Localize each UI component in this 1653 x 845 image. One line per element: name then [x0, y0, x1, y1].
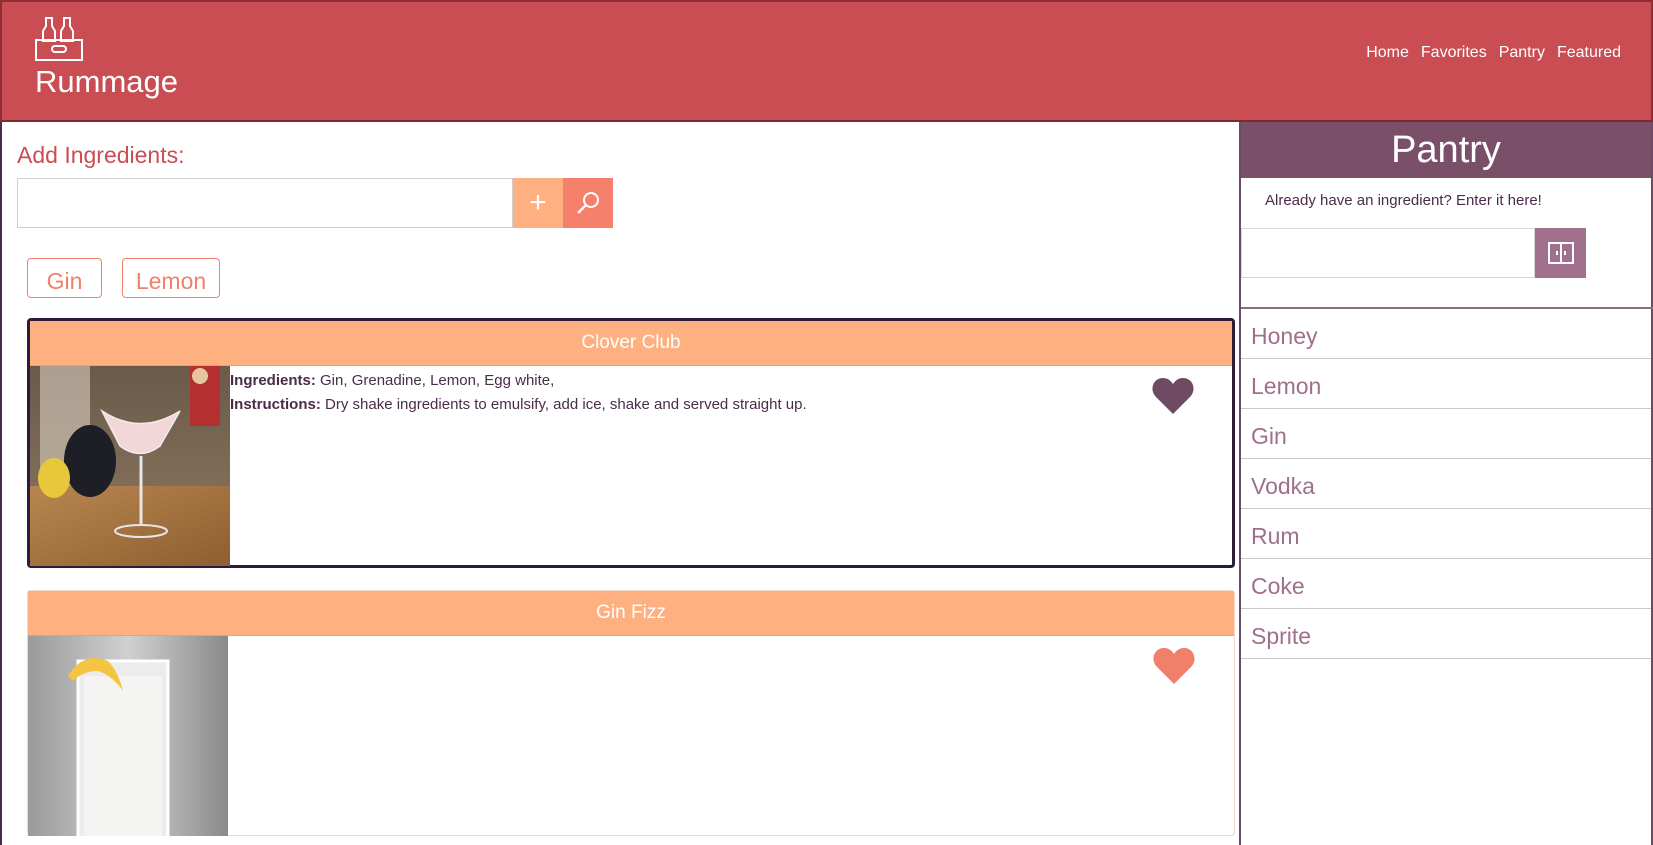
nav-featured[interactable]: Featured	[1557, 44, 1621, 62]
ingredient-chip-lemon[interactable]: Lemon	[122, 258, 220, 298]
pantry-list: Honey Lemon Gin Vodka Rum Coke Sprite	[1241, 309, 1651, 659]
pantry-item[interactable]: Honey	[1241, 309, 1651, 359]
ingredient-chip-gin[interactable]: Gin	[27, 258, 102, 298]
favorite-heart-icon[interactable]	[1152, 646, 1196, 686]
recipe-title: Clover Club	[30, 321, 1232, 366]
frame-border	[0, 122, 2, 845]
bottle-crate-icon	[35, 17, 83, 61]
pantry-item[interactable]: Rum	[1241, 509, 1651, 559]
plus-icon: +	[529, 186, 547, 219]
pantry-item[interactable]: Lemon	[1241, 359, 1651, 409]
ingredient-input[interactable]	[17, 178, 513, 228]
recipe-ingredients: Ingredients: Gin, Grenadine, Lemon, Egg …	[230, 372, 555, 389]
search-icon	[577, 192, 599, 214]
add-ingredient-button[interactable]: +	[513, 178, 563, 228]
recipe-instructions: Instructions: Dry shake ingredients to e…	[230, 396, 807, 413]
pantry-item[interactable]: Sprite	[1241, 609, 1651, 659]
pantry-sidebar: Pantry Already have an ingredient? Enter…	[1239, 122, 1653, 845]
brand-name[interactable]: Rummage	[35, 64, 178, 100]
pantry-item[interactable]: Vodka	[1241, 459, 1651, 509]
favorite-heart-icon[interactable]	[1151, 376, 1195, 416]
main-nav: Home Favorites Pantry Featured	[1366, 44, 1621, 62]
recipe-photo	[28, 636, 228, 836]
pantry-item[interactable]: Coke	[1241, 559, 1651, 609]
nav-pantry[interactable]: Pantry	[1499, 44, 1545, 62]
recipe-title: Gin Fizz	[28, 591, 1234, 636]
app-header: Rummage Home Favorites Pantry Featured	[0, 0, 1653, 122]
add-ingredients-title: Add Ingredients:	[17, 142, 185, 168]
recipe-photo	[30, 366, 230, 566]
nav-favorites[interactable]: Favorites	[1421, 44, 1487, 62]
recipe-card[interactable]: Gin Fizz	[27, 590, 1235, 836]
recipe-card[interactable]: Clover Club Ingredients: Gin, Grenadine,…	[27, 318, 1235, 568]
pantry-door-icon	[1547, 242, 1574, 264]
pantry-item[interactable]: Gin	[1241, 409, 1651, 459]
pantry-add-button[interactable]	[1535, 228, 1586, 278]
pantry-subtitle: Already have an ingredient? Enter it her…	[1265, 192, 1542, 209]
search-button[interactable]	[563, 178, 613, 228]
recipe-details: Ingredients: Gin, Grenadine, Lemon, Egg …	[230, 369, 807, 417]
nav-home[interactable]: Home	[1366, 44, 1409, 62]
pantry-input[interactable]	[1241, 228, 1535, 278]
pantry-title: Pantry	[1241, 122, 1651, 178]
